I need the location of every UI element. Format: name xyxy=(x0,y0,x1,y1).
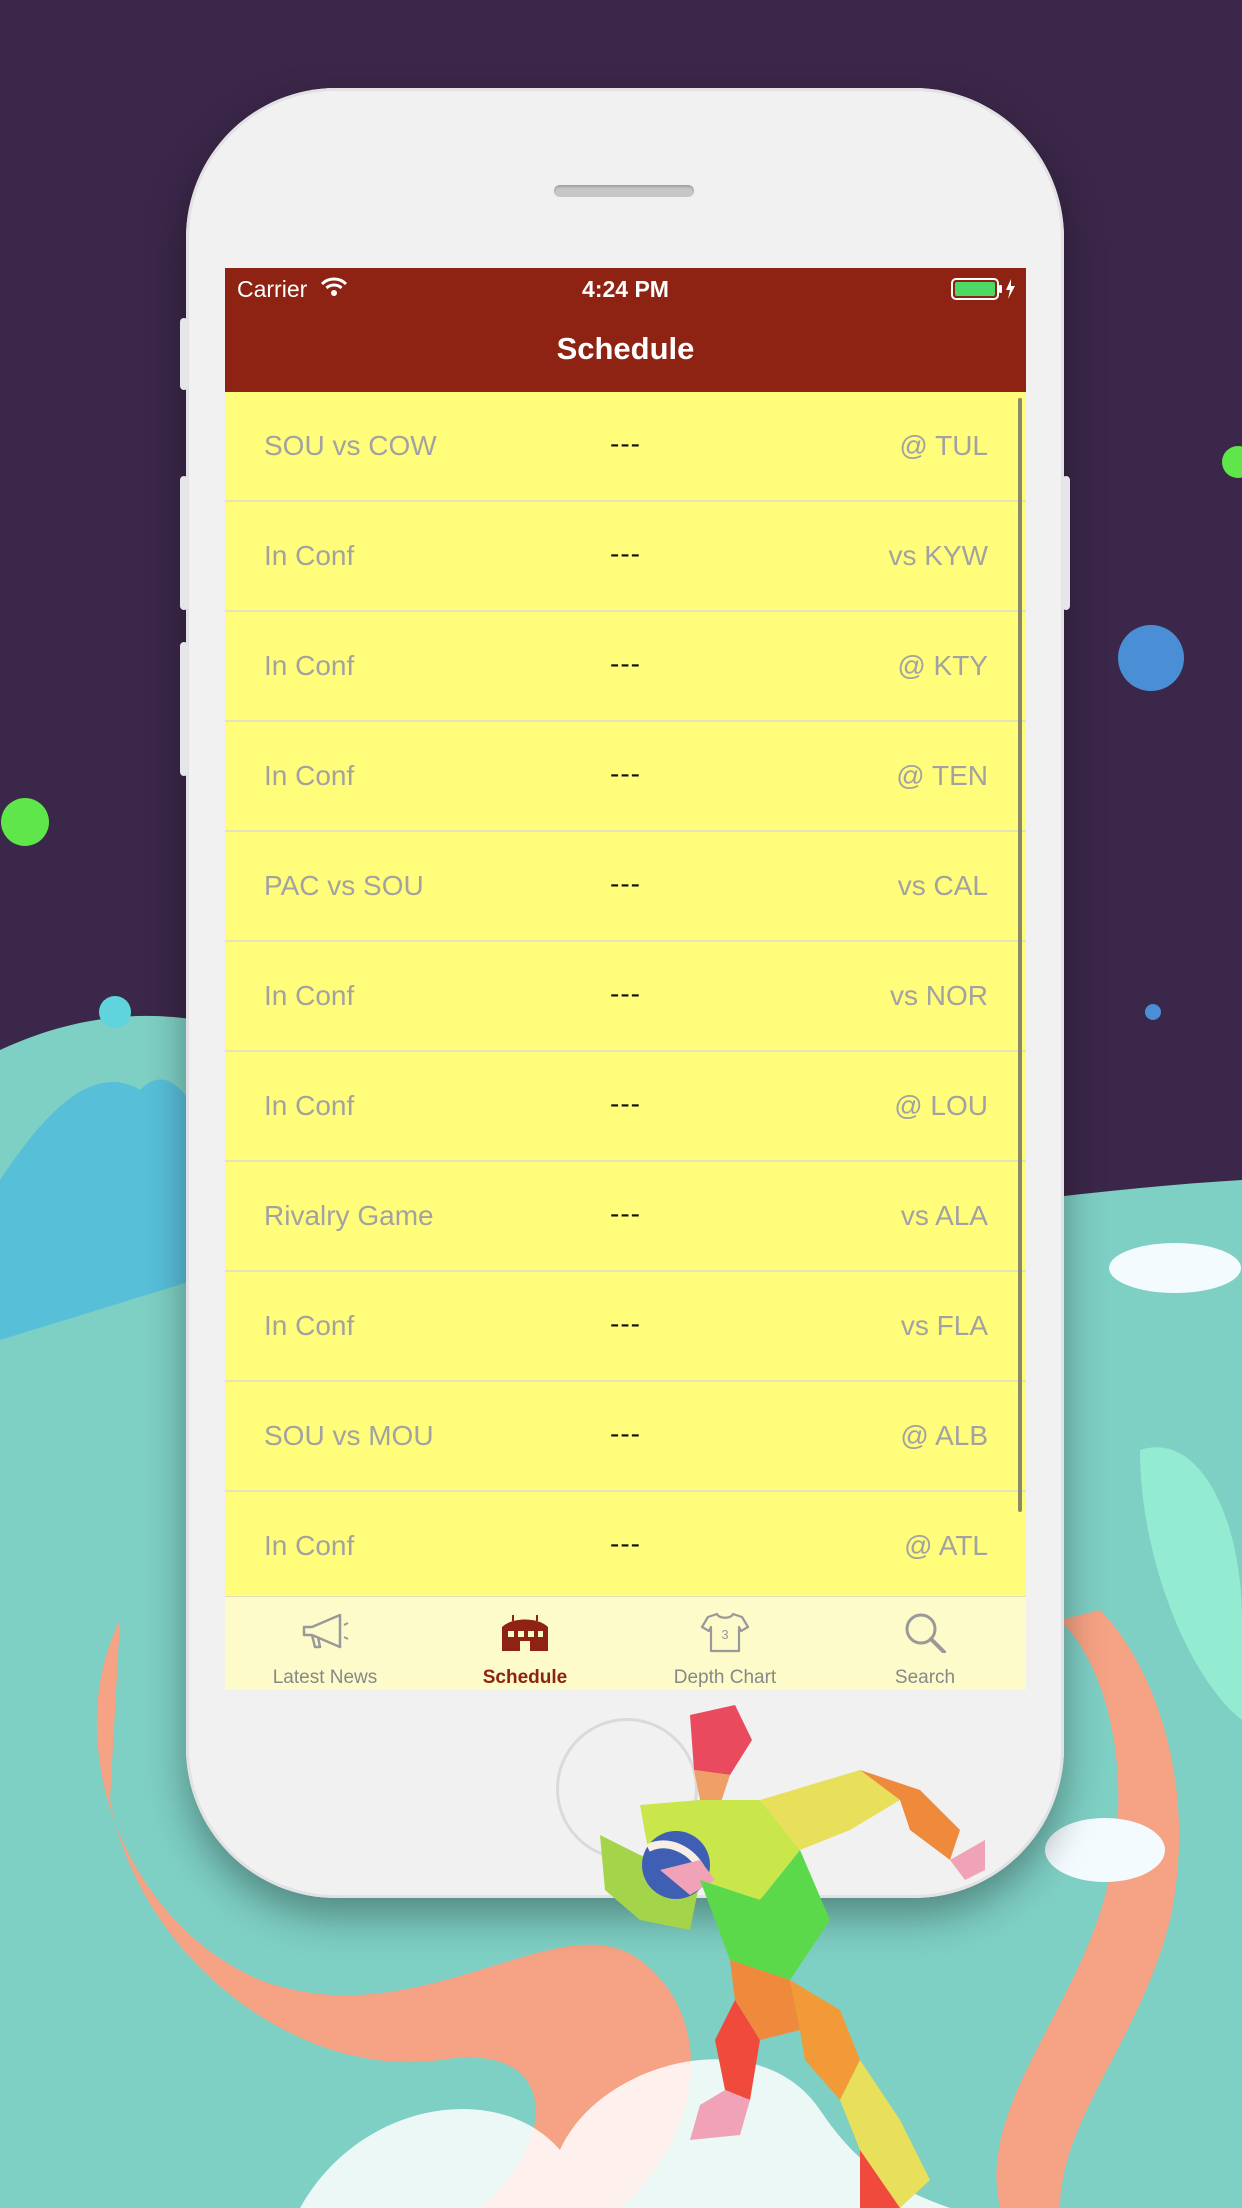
schedule-row[interactable]: In Conf --- vs NOR xyxy=(225,942,1026,1052)
volume-up-button xyxy=(180,476,188,610)
game-opponent: @ ATL xyxy=(904,1530,988,1561)
schedule-row[interactable]: SOU vs MOU --- @ ALB xyxy=(225,1382,1026,1492)
home-button[interactable] xyxy=(556,1718,698,1860)
game-opponent: vs CAL xyxy=(897,870,988,901)
game-opponent: @ TUL xyxy=(899,430,988,461)
schedule-row[interactable]: PAC vs SOU --- vs CAL xyxy=(225,832,1026,942)
game-opponent: vs FLA xyxy=(900,1310,988,1341)
game-opponent: @ LOU xyxy=(894,1090,988,1121)
schedule-row[interactable]: In Conf --- @ KTY xyxy=(225,612,1026,722)
tab-latest-news[interactable]: Latest News xyxy=(225,1597,425,1690)
game-opponent: vs NOR xyxy=(890,980,988,1011)
search-icon xyxy=(905,1613,946,1653)
tab-depth-chart[interactable]: 3 Depth Chart xyxy=(625,1597,825,1690)
scrollbar[interactable] xyxy=(1018,398,1022,1512)
cyan-dot xyxy=(99,996,131,1028)
white-splash-drop xyxy=(1109,1243,1241,1293)
green-dot-edge xyxy=(1222,446,1242,478)
schedule-row[interactable]: In Conf --- @ LOU xyxy=(225,1052,1026,1162)
stadium-icon xyxy=(502,1615,548,1651)
game-opponent: vs ALA xyxy=(900,1200,988,1231)
blue-dot-small xyxy=(1145,1004,1161,1020)
blue-dot xyxy=(1118,625,1184,691)
svg-text:3: 3 xyxy=(721,1627,728,1642)
app-screen: Carrier 4:24 PM Schedule SOU vs COW --- … xyxy=(225,268,1026,1690)
white-splash-drop xyxy=(1045,1818,1165,1882)
game-opponent: @ TEN xyxy=(896,760,988,791)
schedule-list: SOU vs COW --- @ TUL In Conf --- vs KYW … xyxy=(225,392,1026,1602)
volume-down-button xyxy=(180,642,188,776)
green-dot xyxy=(1,798,49,846)
megaphone-icon xyxy=(302,1613,349,1649)
tab-label: Latest News xyxy=(272,1667,378,1688)
schedule-row[interactable]: In Conf --- vs KYW xyxy=(225,502,1026,612)
navigation-bar: Carrier 4:24 PM Schedule xyxy=(225,268,1026,392)
status-time: 4:24 PM xyxy=(582,276,669,302)
jersey-icon: 3 xyxy=(700,1612,750,1653)
schedule-row[interactable]: In Conf --- vs FLA xyxy=(225,1272,1026,1382)
tab-label: Depth Chart xyxy=(673,1667,777,1688)
tab-schedule[interactable]: Schedule xyxy=(425,1597,625,1690)
tab-search[interactable]: Search xyxy=(825,1597,1025,1690)
battery-icon xyxy=(951,278,1015,300)
game-opponent: @ KTY xyxy=(897,650,988,681)
schedule-row[interactable]: In Conf --- @ TEN xyxy=(225,722,1026,832)
game-opponent: @ ALB xyxy=(900,1420,988,1451)
schedule-row[interactable]: SOU vs COW --- @ TUL xyxy=(225,392,1026,502)
tab-bar: Latest News Schedule 3 Depth Chart Searc… xyxy=(225,1596,1026,1690)
tab-label: Search xyxy=(894,1667,956,1688)
page-title: Schedule xyxy=(556,331,695,366)
schedule-row[interactable]: In Conf --- @ ATL xyxy=(225,1492,1026,1602)
mute-switch xyxy=(180,318,188,390)
game-opponent: vs KYW xyxy=(888,540,988,571)
schedule-row[interactable]: Rivalry Game --- vs ALA xyxy=(225,1162,1026,1272)
tab-label: Schedule xyxy=(482,1667,568,1688)
phone-speaker xyxy=(554,185,694,197)
power-button xyxy=(1062,476,1070,610)
